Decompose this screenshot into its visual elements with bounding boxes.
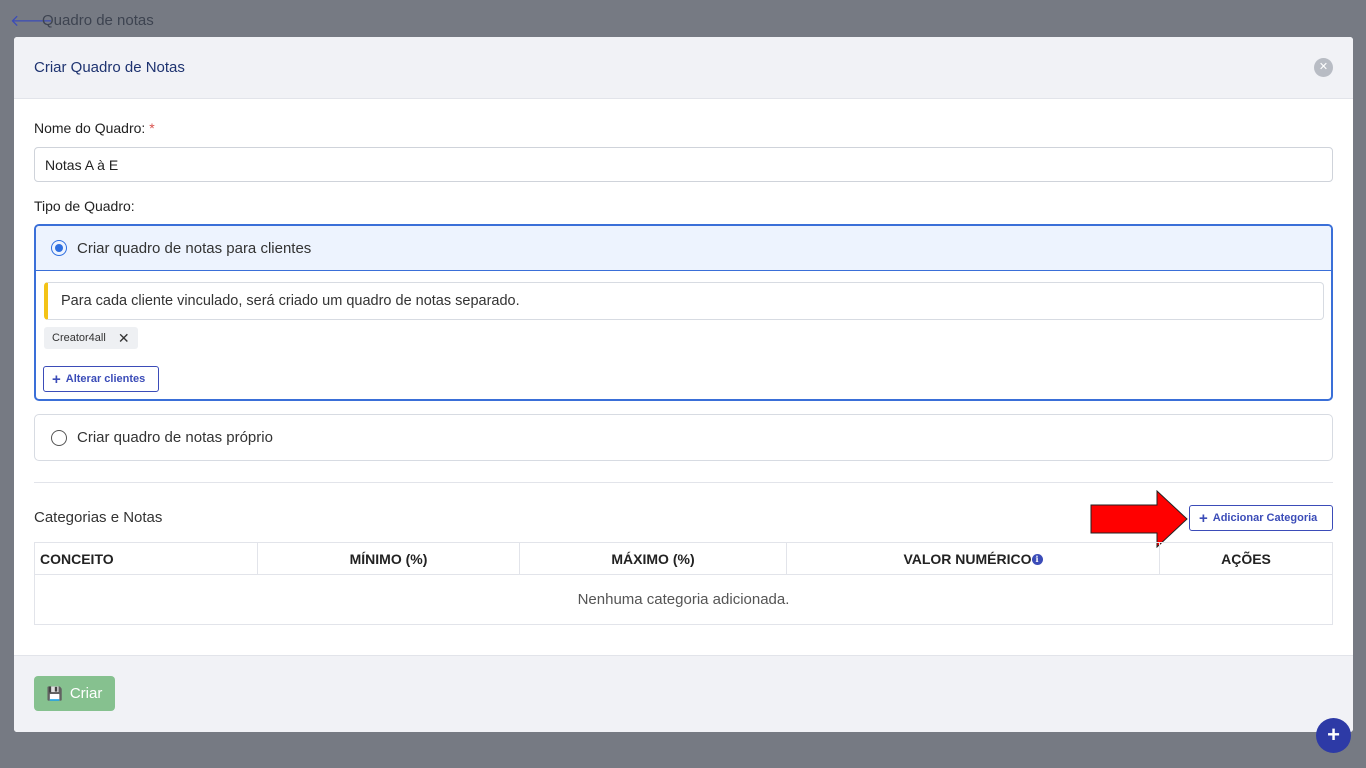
categories-table: CONCEITO MÍNIMO (%) MÁXIMO (%) VALOR NUM…: [34, 542, 1333, 625]
option-clients-header[interactable]: Criar quadro de notas para clientes: [36, 226, 1331, 271]
red-arrow-icon: [1090, 490, 1188, 548]
categories-title: Categorias e Notas: [34, 509, 163, 526]
option-own-label: Criar quadro de notas próprio: [77, 429, 273, 446]
arrow-left-icon[interactable]: 🡐: [10, 10, 53, 31]
add-category-label: Adicionar Categoria: [1212, 512, 1318, 524]
col-actions: AÇÕES: [1159, 542, 1333, 575]
add-category-button[interactable]: + Adicionar Categoria: [1189, 505, 1333, 531]
board-name-input[interactable]: Notas A à E: [34, 147, 1333, 182]
floating-add-button[interactable]: +: [1316, 718, 1351, 753]
info-icon[interactable]: i: [1031, 554, 1043, 566]
col-numeric-label: VALOR NUMÉRICO: [903, 550, 1032, 567]
modal-title: Criar Quadro de Notas: [34, 59, 185, 76]
name-label-text: Nome do Quadro:: [34, 120, 146, 136]
top-bar: 🡐 Quadro de notas: [0, 0, 1366, 40]
col-max: MÁXIMO (%): [519, 542, 787, 575]
name-label: Nome do Quadro: *: [34, 120, 155, 136]
divider: [34, 482, 1333, 483]
plus-icon: +: [52, 370, 61, 388]
info-alert: Para cada cliente vinculado, será criado…: [44, 282, 1324, 320]
plus-icon: +: [1199, 509, 1208, 527]
remove-chip-icon[interactable]: ✕: [118, 330, 130, 347]
save-icon: 💾: [46, 685, 63, 701]
create-button-label: Criar: [69, 685, 103, 702]
modal-header: Criar Quadro de Notas ✕: [14, 37, 1353, 99]
table-row: Nenhuma categoria adicionada.: [34, 574, 1333, 625]
required-mark: *: [149, 120, 155, 136]
create-button[interactable]: 💾 Criar: [34, 676, 115, 711]
close-icon[interactable]: ✕: [1314, 58, 1333, 77]
change-clients-label: Alterar clientes: [65, 373, 146, 385]
option-own-panel[interactable]: Criar quadro de notas próprio: [34, 414, 1333, 461]
radio-clients[interactable]: [51, 240, 67, 256]
col-numeric: VALOR NUMÉRICO i: [786, 542, 1160, 575]
empty-table-message: Nenhuma categoria adicionada.: [34, 574, 1333, 625]
create-board-modal: Criar Quadro de Notas ✕ Nome do Quadro: …: [14, 37, 1353, 732]
client-chip-label: Creator4all: [52, 332, 106, 344]
col-min: MÍNIMO (%): [257, 542, 520, 575]
change-clients-button[interactable]: + Alterar clientes: [43, 366, 159, 392]
radio-own[interactable]: [51, 429, 67, 446]
client-chip: Creator4all ✕: [44, 327, 138, 349]
option-clients-panel: Criar quadro de notas para clientes Para…: [34, 224, 1333, 401]
col-concept: CONCEITO: [34, 542, 258, 575]
modal-footer: 💾 Criar: [14, 655, 1353, 732]
type-label: Tipo de Quadro:: [34, 198, 135, 214]
table-header-row: CONCEITO MÍNIMO (%) MÁXIMO (%) VALOR NUM…: [34, 542, 1333, 575]
page-title: Quadro de notas: [42, 11, 154, 29]
option-clients-label: Criar quadro de notas para clientes: [77, 239, 312, 257]
